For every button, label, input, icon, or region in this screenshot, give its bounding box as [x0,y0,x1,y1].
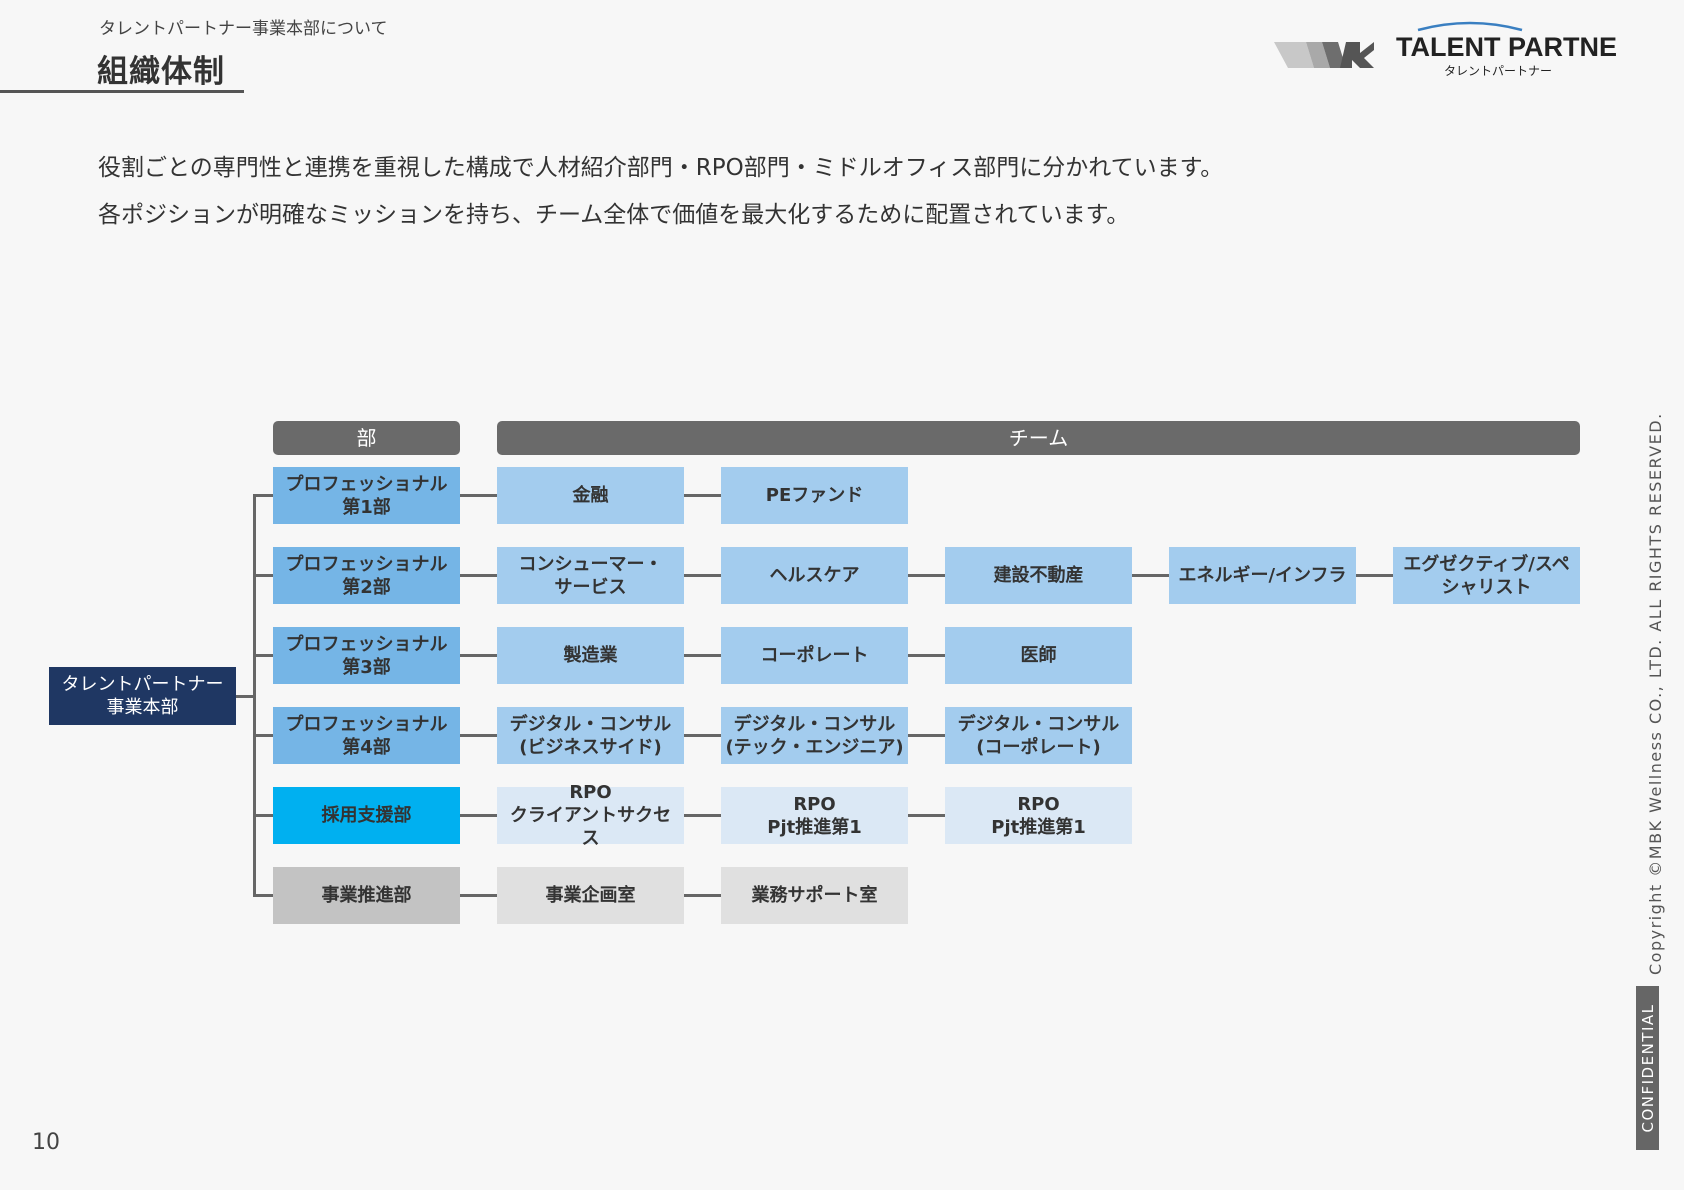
team-box-label: 金融 [572,485,609,506]
intro-line-1: 役割ごとの専門性と連携を重視した構成で人材紹介部門・RPO部門・ミドルオフィス部… [98,155,1224,181]
root-division-box-label: タレントパートナー 事業本部 [61,674,224,718]
dept-box: プロフェッショナル 第3部 [273,627,460,684]
team-box: コンシューマー・ サービス [497,547,684,604]
team-box: デジタル・コンサル (コーポレート) [945,707,1132,764]
team-box: エグゼクティブ/スペ シャリスト [1393,547,1580,604]
dept-box-label: 採用支援部 [321,805,412,826]
team-box-label: エグゼクティブ/スペ シャリスト [1403,553,1570,598]
connector-line [684,734,721,737]
connector-line [460,574,497,577]
connector-line [253,494,256,897]
dept-box-label: プロフェッショナル 第4部 [285,713,448,758]
connector-line [684,654,721,657]
team-box: デジタル・コンサル (ビジネスサイド) [497,707,684,764]
connector-line [253,494,273,497]
dept-box: 事業推進部 [273,867,460,924]
page-number: 10 [32,1130,60,1155]
connector-line [460,814,497,817]
team-box: 事業企画室 [497,867,684,924]
team-box: RPO Pjt推進第1 [721,787,908,844]
connector-line [684,814,721,817]
connector-line [460,494,497,497]
connector-line [1132,574,1169,577]
logo-text: TALENT PARTNER [1396,32,1616,62]
logo-subtext: タレントパートナー [1444,64,1552,78]
company-logo: TALENT PARTNER タレントパートナー [1274,21,1616,78]
team-box-label: デジタル・コンサル (テック・エンジニア) [725,713,904,758]
title-underline [0,90,244,93]
team-box-label: コンシューマー・ サービス [518,553,663,598]
dept-box: 採用支援部 [273,787,460,844]
team-box-label: 建設不動産 [993,565,1084,586]
connector-line [1356,574,1393,577]
logo-arc [1417,21,1523,32]
dept-column-header: 部 [273,421,460,455]
team-box: デジタル・コンサル (テック・エンジニア) [721,707,908,764]
team-box: ヘルスケア [721,547,908,604]
team-box: RPO クライアントサクセス [497,782,684,849]
team-box-label: デジタル・コンサル (コーポレート) [957,713,1120,758]
connector-line [253,654,273,657]
dept-box-label: プロフェッショナル 第2部 [285,553,448,598]
dept-box-label: 事業推進部 [321,885,412,906]
team-box-label: 医師 [1020,645,1057,666]
mwk-logo-mark [1274,42,1374,68]
team-box: 金融 [497,467,684,524]
dept-box-label: プロフェッショナル 第3部 [285,633,448,678]
team-box: 建設不動産 [945,547,1132,604]
team-box: RPO Pjt推進第1 [945,787,1132,844]
intro-line-2: 各ポジションが明確なミッションを持ち、チーム全体で価値を最大化するために配置され… [98,202,1130,228]
connector-line [908,654,945,657]
team-box-label: RPO Pjt推進第1 [767,793,862,838]
connector-line [908,814,945,817]
team-box: エネルギー/インフラ [1169,547,1356,604]
team-box-label: デジタル・コンサル (ビジネスサイド) [509,713,672,758]
connector-line [460,734,497,737]
team-column-header: チーム [497,421,1580,455]
copyright-notice: Copyright ©MBK Wellness CO., LTD. ALL RI… [1646,412,1665,975]
connector-line [684,894,721,897]
connector-line [908,734,945,737]
breadcrumb: タレントパートナー事業本部について [99,19,388,39]
team-box-label: RPO クライアントサクセス [509,782,672,849]
dept-box: プロフェッショナル 第2部 [273,547,460,604]
connector-line [908,574,945,577]
dept-box-label: プロフェッショナル 第1部 [285,473,448,518]
team-box: PEファンド [721,467,908,524]
team-box: コーポレート [721,627,908,684]
connector-line [684,574,721,577]
team-box: 医師 [945,627,1132,684]
connector-line [253,814,273,817]
connector-line [460,894,497,897]
team-box-label: エネルギー/インフラ [1178,565,1347,586]
connector-line [253,894,273,897]
confidential-badge: CONFIDENTIAL [1636,986,1659,1150]
connector-line [460,654,497,657]
dept-box: プロフェッショナル 第4部 [273,707,460,764]
team-box-label: コーポレート [760,645,869,666]
team-box: 業務サポート室 [721,867,908,924]
dept-column-header-label: 部 [356,425,377,450]
team-column-header-label: チーム [1008,425,1069,450]
dept-box: プロフェッショナル 第1部 [273,467,460,524]
team-box-label: PEファンド [765,485,864,506]
page-title: 組織体制 [97,54,225,90]
team-box-label: RPO Pjt推進第1 [991,793,1086,838]
team-box-label: 業務サポート室 [751,885,878,906]
root-division-box: タレントパートナー 事業本部 [49,667,236,725]
connector-line [253,574,273,577]
team-box-label: 事業企画室 [545,885,636,906]
team-box-label: 製造業 [563,645,618,666]
connector-line [253,734,273,737]
connector-line [684,494,721,497]
team-box-label: ヘルスケア [769,565,860,586]
team-box: 製造業 [497,627,684,684]
